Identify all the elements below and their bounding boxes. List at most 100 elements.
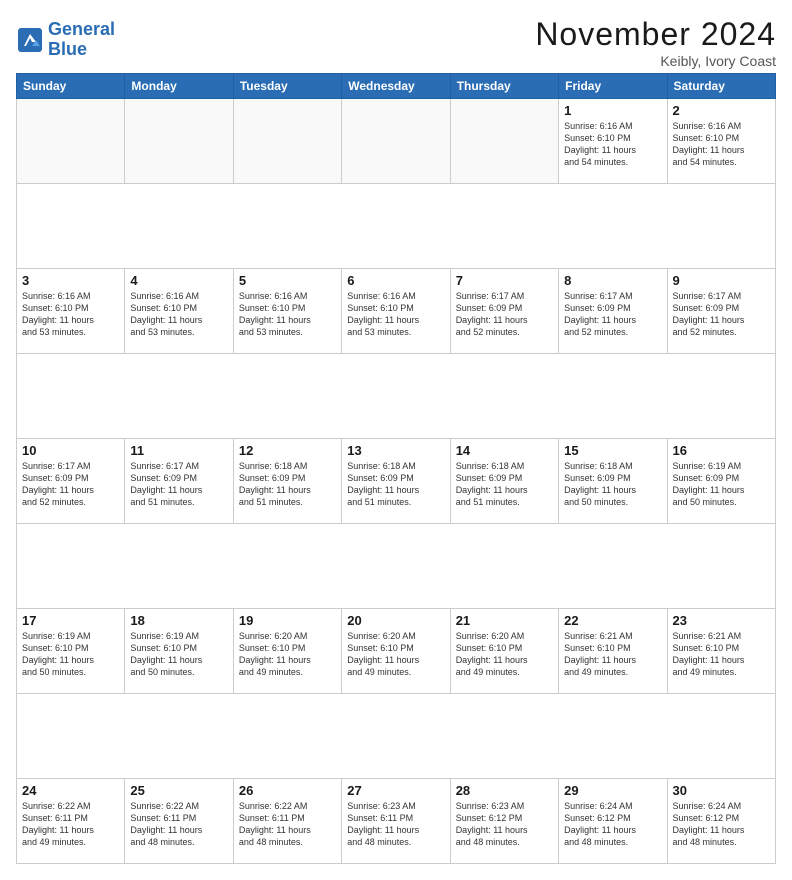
- calendar-day-cell: 12 Sunrise: 6:18 AM Sunset: 6:09 PM Dayli…: [233, 439, 341, 524]
- logo: General Blue: [16, 20, 115, 60]
- week-spacer-row: [17, 694, 776, 779]
- calendar-day-cell: 25 Sunrise: 6:22 AM Sunset: 6:11 PM Dayli…: [125, 779, 233, 864]
- day-info: Sunrise: 6:17 AM Sunset: 6:09 PM Dayligh…: [673, 290, 770, 339]
- calendar-day-cell: [342, 99, 450, 184]
- day-number: 16: [673, 443, 770, 458]
- week-spacer-row: [17, 354, 776, 439]
- day-number: 20: [347, 613, 444, 628]
- day-number: 29: [564, 783, 661, 798]
- day-number: 12: [239, 443, 336, 458]
- day-info: Sunrise: 6:18 AM Sunset: 6:09 PM Dayligh…: [564, 460, 661, 509]
- week-spacer: [17, 354, 776, 439]
- calendar-day-cell: 18 Sunrise: 6:19 AM Sunset: 6:10 PM Dayli…: [125, 609, 233, 694]
- calendar-week-row: 10 Sunrise: 6:17 AM Sunset: 6:09 PM Dayli…: [17, 439, 776, 524]
- day-number: 22: [564, 613, 661, 628]
- calendar-day-cell: 10Sunrise: 6:17 AM Sunset: 6:09 PM Dayli…: [17, 439, 125, 524]
- day-number: 27: [347, 783, 444, 798]
- calendar-day-cell: 9 Sunrise: 6:17 AM Sunset: 6:09 PM Daylig…: [667, 269, 775, 354]
- day-info: Sunrise: 6:21 AM Sunset: 6:10 PM Dayligh…: [673, 630, 770, 679]
- day-info: Sunrise: 6:23 AM Sunset: 6:11 PM Dayligh…: [347, 800, 444, 849]
- week-spacer-row: [17, 184, 776, 269]
- day-number: 4: [130, 273, 227, 288]
- logo-icon: [16, 26, 44, 54]
- day-number: 5: [239, 273, 336, 288]
- calendar-day-cell: 1 Sunrise: 6:16 AM Sunset: 6:10 PM Daylig…: [559, 99, 667, 184]
- day-info: Sunrise: 6:16 AM Sunset: 6:10 PM Dayligh…: [22, 290, 119, 339]
- calendar-day-cell: [17, 99, 125, 184]
- weekday-header: Thursday: [450, 74, 558, 99]
- month-title: November 2024: [535, 16, 776, 53]
- day-number: 24: [22, 783, 119, 798]
- day-info: Sunrise: 6:20 AM Sunset: 6:10 PM Dayligh…: [239, 630, 336, 679]
- day-info: Sunrise: 6:18 AM Sunset: 6:09 PM Dayligh…: [347, 460, 444, 509]
- day-info: Sunrise: 6:22 AM Sunset: 6:11 PM Dayligh…: [130, 800, 227, 849]
- calendar-table: SundayMondayTuesdayWednesdayThursdayFrid…: [16, 73, 776, 864]
- weekday-header: Friday: [559, 74, 667, 99]
- calendar-day-cell: 6Sunrise: 6:16 AM Sunset: 6:10 PM Daylig…: [342, 269, 450, 354]
- day-info: Sunrise: 6:22 AM Sunset: 6:11 PM Dayligh…: [239, 800, 336, 849]
- day-number: 14: [456, 443, 553, 458]
- day-info: Sunrise: 6:16 AM Sunset: 6:10 PM Dayligh…: [564, 120, 661, 169]
- weekday-header: Sunday: [17, 74, 125, 99]
- day-info: Sunrise: 6:16 AM Sunset: 6:10 PM Dayligh…: [130, 290, 227, 339]
- day-info: Sunrise: 6:23 AM Sunset: 6:12 PM Dayligh…: [456, 800, 553, 849]
- day-info: Sunrise: 6:19 AM Sunset: 6:09 PM Dayligh…: [673, 460, 770, 509]
- day-number: 11: [130, 443, 227, 458]
- day-info: Sunrise: 6:24 AM Sunset: 6:12 PM Dayligh…: [564, 800, 661, 849]
- day-number: 30: [673, 783, 770, 798]
- day-info: Sunrise: 6:18 AM Sunset: 6:09 PM Dayligh…: [456, 460, 553, 509]
- day-number: 2: [673, 103, 770, 118]
- day-number: 1: [564, 103, 661, 118]
- weekday-header: Saturday: [667, 74, 775, 99]
- day-number: 3: [22, 273, 119, 288]
- calendar-day-cell: 13 Sunrise: 6:18 AM Sunset: 6:09 PM Dayli…: [342, 439, 450, 524]
- calendar-week-row: 1 Sunrise: 6:16 AM Sunset: 6:10 PM Daylig…: [17, 99, 776, 184]
- logo-line1: General: [48, 20, 115, 40]
- day-info: Sunrise: 6:16 AM Sunset: 6:10 PM Dayligh…: [239, 290, 336, 339]
- day-number: 15: [564, 443, 661, 458]
- week-spacer: [17, 184, 776, 269]
- day-info: Sunrise: 6:18 AM Sunset: 6:09 PM Dayligh…: [239, 460, 336, 509]
- calendar-day-cell: [233, 99, 341, 184]
- day-info: Sunrise: 6:17 AM Sunset: 6:09 PM Dayligh…: [130, 460, 227, 509]
- day-number: 6: [347, 273, 444, 288]
- calendar-day-cell: 11 Sunrise: 6:17 AM Sunset: 6:09 PM Dayli…: [125, 439, 233, 524]
- day-number: 7: [456, 273, 553, 288]
- calendar-day-cell: 27 Sunrise: 6:23 AM Sunset: 6:11 PM Dayli…: [342, 779, 450, 864]
- calendar-day-cell: 7Sunrise: 6:17 AM Sunset: 6:09 PM Daylig…: [450, 269, 558, 354]
- calendar-day-cell: 8 Sunrise: 6:17 AM Sunset: 6:09 PM Daylig…: [559, 269, 667, 354]
- calendar-header-row: SundayMondayTuesdayWednesdayThursdayFrid…: [17, 74, 776, 99]
- day-number: 25: [130, 783, 227, 798]
- day-info: Sunrise: 6:21 AM Sunset: 6:10 PM Dayligh…: [564, 630, 661, 679]
- logo-line2: Blue: [48, 40, 115, 60]
- day-info: Sunrise: 6:20 AM Sunset: 6:10 PM Dayligh…: [347, 630, 444, 679]
- day-info: Sunrise: 6:17 AM Sunset: 6:09 PM Dayligh…: [564, 290, 661, 339]
- week-spacer-row: [17, 524, 776, 609]
- day-number: 21: [456, 613, 553, 628]
- day-number: 9: [673, 273, 770, 288]
- calendar-day-cell: 20 Sunrise: 6:20 AM Sunset: 6:10 PM Dayli…: [342, 609, 450, 694]
- day-number: 18: [130, 613, 227, 628]
- calendar-day-cell: [450, 99, 558, 184]
- day-number: 10: [22, 443, 119, 458]
- calendar-week-row: 24 Sunrise: 6:22 AM Sunset: 6:11 PM Dayli…: [17, 779, 776, 864]
- day-number: 17: [22, 613, 119, 628]
- calendar-day-cell: 24Sunrise: 6:22 AM Sunset: 6:11 PM Dayli…: [17, 779, 125, 864]
- day-number: 8: [564, 273, 661, 288]
- day-number: 28: [456, 783, 553, 798]
- day-info: Sunrise: 6:19 AM Sunset: 6:10 PM Dayligh…: [130, 630, 227, 679]
- location: Keibly, Ivory Coast: [535, 53, 776, 69]
- weekday-header: Tuesday: [233, 74, 341, 99]
- day-info: Sunrise: 6:24 AM Sunset: 6:12 PM Dayligh…: [673, 800, 770, 849]
- day-number: 13: [347, 443, 444, 458]
- calendar-day-cell: 5 Sunrise: 6:16 AM Sunset: 6:10 PM Daylig…: [233, 269, 341, 354]
- calendar-day-cell: 2Sunrise: 6:16 AM Sunset: 6:10 PM Daylig…: [667, 99, 775, 184]
- calendar-day-cell: 28 Sunrise: 6:23 AM Sunset: 6:12 PM Dayli…: [450, 779, 558, 864]
- day-number: 19: [239, 613, 336, 628]
- calendar-day-cell: 19 Sunrise: 6:20 AM Sunset: 6:10 PM Dayli…: [233, 609, 341, 694]
- day-number: 23: [673, 613, 770, 628]
- week-spacer: [17, 694, 776, 779]
- calendar-day-cell: 17Sunrise: 6:19 AM Sunset: 6:10 PM Dayli…: [17, 609, 125, 694]
- calendar-day-cell: 26Sunrise: 6:22 AM Sunset: 6:11 PM Dayli…: [233, 779, 341, 864]
- calendar-day-cell: 4 Sunrise: 6:16 AM Sunset: 6:10 PM Daylig…: [125, 269, 233, 354]
